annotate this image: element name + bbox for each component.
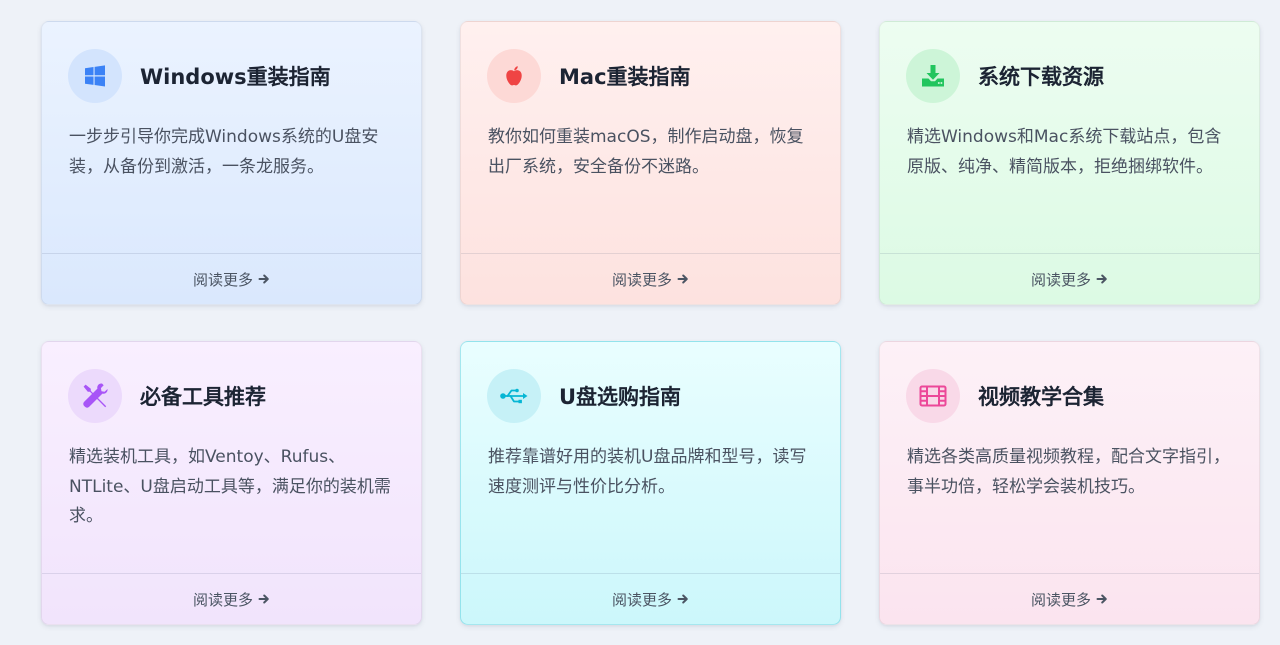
card-title: Mac重装指南	[559, 65, 691, 89]
arrow-right-icon	[677, 593, 689, 605]
windows-logo-icon	[68, 49, 122, 103]
card-video-tutorials[interactable]: 视频教学合集 精选各类高质量视频教程，配合文字指引，事半功倍，轻松学会装机技巧。…	[879, 341, 1260, 625]
usb-icon	[487, 369, 541, 423]
read-more-link[interactable]: 阅读更多	[42, 253, 421, 304]
card-title: 视频教学合集	[978, 385, 1104, 409]
film-icon	[906, 369, 960, 423]
card-description: 教你如何重装macOS，制作启动盘，恢复出厂系统，安全备份不迷路。	[488, 127, 804, 177]
card-title: U盘选购指南	[559, 385, 682, 409]
download-icon	[906, 49, 960, 103]
card-mac-guide[interactable]: Mac重装指南 教你如何重装macOS，制作启动盘，恢复出厂系统，安全备份不迷路…	[460, 21, 841, 305]
apple-logo-icon	[487, 49, 541, 103]
read-more-link[interactable]: 阅读更多	[880, 253, 1259, 304]
read-more-label: 阅读更多	[611, 590, 672, 609]
arrow-right-icon	[677, 273, 689, 285]
arrow-right-icon	[1096, 593, 1108, 605]
read-more-label: 阅读更多	[1030, 590, 1091, 609]
card-description: 推荐靠谱好用的装机U盘品牌和型号，读写速度测评与性价比分析。	[488, 447, 807, 497]
card-description: 精选各类高质量视频教程，配合文字指引，事半功倍，轻松学会装机技巧。	[907, 447, 1230, 497]
card-windows-guide[interactable]: Windows重装指南 一步步引导你完成Windows系统的U盘安装，从备份到激…	[41, 21, 422, 305]
card-essential-tools[interactable]: 必备工具推荐 精选装机工具，如Ventoy、Rufus、NTLite、U盘启动工…	[41, 341, 422, 625]
read-more-link[interactable]: 阅读更多	[880, 573, 1259, 624]
read-more-label: 阅读更多	[192, 270, 253, 289]
arrow-right-icon	[258, 593, 270, 605]
read-more-link[interactable]: 阅读更多	[461, 253, 840, 304]
card-usb-buying-guide[interactable]: U盘选购指南 推荐靠谱好用的装机U盘品牌和型号，读写速度测评与性价比分析。 阅读…	[460, 341, 841, 625]
read-more-link[interactable]: 阅读更多	[461, 573, 840, 624]
arrow-right-icon	[258, 273, 270, 285]
read-more-label: 阅读更多	[611, 270, 672, 289]
card-title: 系统下载资源	[978, 65, 1104, 89]
read-more-link[interactable]: 阅读更多	[42, 573, 421, 624]
card-system-downloads[interactable]: 系统下载资源 精选Windows和Mac系统下载站点，包含原版、纯净、精简版本，…	[879, 21, 1260, 305]
arrow-right-icon	[1096, 273, 1108, 285]
tools-icon	[68, 369, 122, 423]
card-title: Windows重装指南	[140, 65, 331, 89]
card-description: 一步步引导你完成Windows系统的U盘安装，从备份到激活，一条龙服务。	[69, 127, 379, 177]
read-more-label: 阅读更多	[1030, 270, 1091, 289]
card-description: 精选装机工具，如Ventoy、Rufus、NTLite、U盘启动工具等，满足你的…	[69, 447, 391, 526]
card-description: 精选Windows和Mac系统下载站点，包含原版、纯净、精简版本，拒绝捆绑软件。	[907, 127, 1222, 177]
read-more-label: 阅读更多	[192, 590, 253, 609]
card-title: 必备工具推荐	[140, 385, 266, 409]
